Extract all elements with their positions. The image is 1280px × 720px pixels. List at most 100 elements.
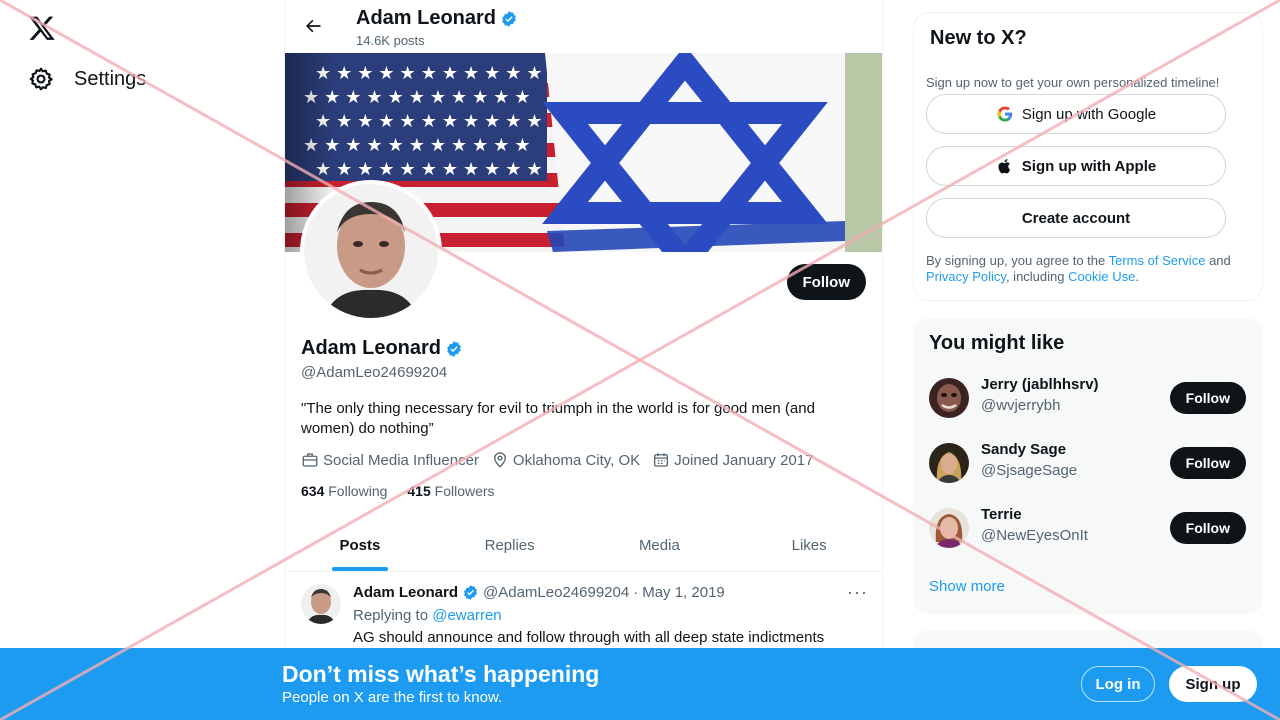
verified-badge-icon bbox=[464, 585, 477, 600]
header-name-row: Adam Leonard bbox=[356, 7, 518, 30]
suggestion-item[interactable]: Sandy Sage @SjsageSage Follow bbox=[929, 439, 1247, 487]
profile-counts: 634 Following 415 Followers bbox=[301, 483, 495, 499]
calendar-icon bbox=[654, 453, 669, 467]
header-name: Adam Leonard bbox=[356, 7, 497, 29]
suggestion-follow-button[interactable]: Follow bbox=[1169, 382, 1246, 414]
who-to-follow-card: You might like Jerry (jablhhsrv) @wvjerr… bbox=[913, 318, 1263, 614]
google-icon bbox=[997, 106, 1013, 122]
suggestion-name: Jerry (jablhhsrv) bbox=[981, 376, 1099, 393]
profile-location: Oklahoma City, OK bbox=[491, 451, 640, 469]
tweet-text: AG should announce and follow through wi… bbox=[353, 629, 825, 646]
replying-to-link[interactable]: @ewarren bbox=[432, 607, 501, 624]
terms-and: and bbox=[1209, 253, 1231, 268]
tweet-avatar-image bbox=[301, 584, 341, 624]
suggestion-avatar-image bbox=[929, 378, 969, 418]
suggestion-name: Terrie bbox=[981, 506, 1022, 523]
tab-likes[interactable]: Likes bbox=[734, 520, 882, 571]
left-nav: Settings bbox=[0, 0, 284, 720]
profile-name-row: Adam Leonard bbox=[301, 337, 463, 360]
tab-media[interactable]: Media bbox=[585, 520, 735, 571]
apple-icon bbox=[998, 158, 1010, 174]
suggestion-item[interactable]: Terrie @NewEyesOnIt Follow bbox=[929, 504, 1247, 552]
tweet-header: Adam Leonard @AdamLeo24699204 · May 1, 2… bbox=[353, 584, 725, 601]
signup-card: New to X? Sign up now to get your own pe… bbox=[913, 12, 1263, 301]
suggestion-handle: @NewEyesOnIt bbox=[981, 527, 1088, 544]
terms-end: . bbox=[1135, 269, 1139, 284]
briefcase-icon bbox=[302, 453, 318, 467]
suggestion-avatar[interactable] bbox=[929, 443, 969, 483]
profile-joined: Joined January 2017 bbox=[652, 451, 813, 469]
suggestion-avatar-image bbox=[929, 443, 969, 483]
profile-profession-text: Social Media Influencer bbox=[323, 451, 479, 469]
who-to-follow-title: You might like bbox=[929, 332, 1065, 354]
replying-prefix: Replying to bbox=[353, 607, 429, 624]
bottom-signup-bar: Don’t miss what’s happening People on X … bbox=[0, 648, 1280, 720]
followers-count: 415 bbox=[407, 483, 431, 499]
suggestion-item[interactable]: Jerry (jablhhsrv) @wvjerrybh Follow bbox=[929, 374, 1247, 422]
following-label: Following bbox=[328, 483, 388, 499]
back-button[interactable] bbox=[297, 10, 329, 42]
terms-including: , including bbox=[1005, 269, 1065, 284]
tweet-avatar[interactable] bbox=[301, 584, 341, 624]
suggestion-handle: @SjsageSage bbox=[981, 462, 1078, 479]
suggestion-avatar-image bbox=[929, 508, 969, 548]
follow-button[interactable]: Follow bbox=[786, 264, 866, 300]
signup-button[interactable]: Sign up bbox=[1169, 666, 1257, 702]
suggestion-follow-button[interactable]: Follow bbox=[1169, 512, 1246, 544]
tab-posts[interactable]: Posts bbox=[285, 520, 435, 571]
login-button[interactable]: Log in bbox=[1081, 666, 1155, 702]
profile-column: Adam Leonard 14.6K posts Follow Adam Leo… bbox=[284, 0, 883, 720]
profile-handle: @AdamLeo24699204 bbox=[301, 364, 448, 381]
signup-apple-label: Sign up with Apple bbox=[1021, 157, 1157, 175]
profile-meta: Social Media Influencer Oklahoma City, O… bbox=[301, 451, 813, 469]
signup-google-button[interactable]: Sign up with Google bbox=[926, 94, 1226, 134]
gear-icon bbox=[29, 67, 53, 91]
followers-link[interactable]: 415 Followers bbox=[407, 483, 494, 499]
signup-card-title: New to X? bbox=[930, 27, 1027, 49]
profile-profession: Social Media Influencer bbox=[301, 451, 479, 469]
nav-settings[interactable]: Settings bbox=[28, 66, 146, 92]
tweet-date[interactable]: May 1, 2019 bbox=[642, 584, 725, 601]
profile-avatar[interactable] bbox=[300, 180, 442, 322]
profile-avatar-image bbox=[304, 184, 438, 318]
tweet-replying-to: Replying to @ewarren bbox=[353, 607, 502, 624]
profile-tabs: Posts Replies Media Likes bbox=[285, 520, 882, 572]
tweet-author-handle[interactable]: @AdamLeo24699204 bbox=[483, 584, 629, 601]
arrow-left-icon bbox=[306, 19, 321, 33]
profile-bio: "The only thing necessary for evil to tr… bbox=[301, 400, 815, 437]
profile-joined-text: Joined January 2017 bbox=[674, 451, 814, 469]
suggestion-handle: @wvjerrybh bbox=[981, 397, 1061, 414]
bottom-bar-subtitle: People on X are the first to know. bbox=[282, 689, 503, 706]
suggestion-follow-button[interactable]: Follow bbox=[1169, 447, 1246, 479]
tweet-author-name[interactable]: Adam Leonard bbox=[353, 584, 458, 601]
terms-of-service-link[interactable]: Terms of Service bbox=[1109, 253, 1206, 268]
signup-apple-button[interactable]: Sign up with Apple bbox=[926, 146, 1226, 186]
suggestion-avatar[interactable] bbox=[929, 508, 969, 548]
location-pin-icon bbox=[493, 452, 506, 468]
verified-badge-icon bbox=[447, 340, 461, 357]
x-logo-icon[interactable] bbox=[28, 14, 56, 42]
suggestion-name: Sandy Sage bbox=[981, 441, 1067, 458]
header-post-count: 14.6K posts bbox=[356, 33, 425, 48]
signup-card-subtitle: Sign up now to get your own personalized… bbox=[926, 75, 1220, 90]
nav-settings-label: Settings bbox=[74, 67, 147, 90]
privacy-policy-link[interactable]: Privacy Policy bbox=[926, 269, 1006, 284]
followers-label: Followers bbox=[434, 483, 495, 499]
verified-badge-icon bbox=[502, 10, 516, 27]
tab-replies[interactable]: Replies bbox=[435, 520, 585, 571]
terms-prefix: By signing up, you agree to the bbox=[926, 253, 1106, 268]
tweet-separator: · bbox=[633, 584, 639, 601]
bottom-bar-title: Don’t miss what’s happening bbox=[282, 661, 600, 687]
create-account-button[interactable]: Create account bbox=[926, 198, 1226, 238]
signup-terms: By signing up, you agree to the Terms of… bbox=[926, 253, 1246, 285]
profile-header-bar: Adam Leonard 14.6K posts bbox=[285, 0, 882, 53]
profile-location-text: Oklahoma City, OK bbox=[512, 451, 641, 469]
more-options-icon[interactable]: ··· bbox=[847, 582, 868, 603]
following-count: 634 bbox=[301, 483, 325, 499]
cookie-use-link[interactable]: Cookie Use bbox=[1068, 269, 1135, 284]
show-more-link[interactable]: Show more bbox=[929, 578, 1005, 595]
following-link[interactable]: 634 Following bbox=[301, 483, 387, 499]
signup-google-label: Sign up with Google bbox=[1021, 105, 1157, 123]
profile-name: Adam Leonard bbox=[301, 337, 442, 359]
suggestion-avatar[interactable] bbox=[929, 378, 969, 418]
